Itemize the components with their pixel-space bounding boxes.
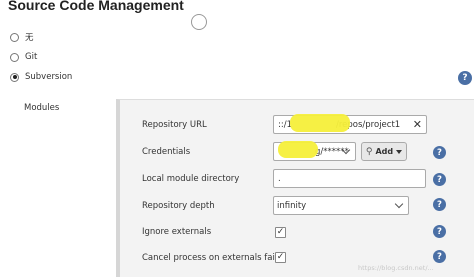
repository-depth-value: infinity <box>277 200 307 211</box>
radio-subversion[interactable] <box>10 72 19 82</box>
scm-option-none-label: 无 <box>25 33 34 43</box>
section-title: Source Code Management <box>8 0 184 13</box>
scm-option-git-label: Git <box>25 52 38 62</box>
local-module-directory-help-icon[interactable]: ? <box>433 173 446 186</box>
ignore-externals-label: Ignore externals <box>142 227 212 237</box>
credentials-label: Credentials <box>142 147 191 157</box>
local-module-directory-value: . <box>278 173 281 184</box>
cancel-process-on-externals-fail-checkbox[interactable]: ✓ <box>275 252 286 263</box>
radio-none[interactable] <box>10 32 19 42</box>
chevron-down-icon <box>394 199 404 209</box>
scm-option-none[interactable]: 无 <box>10 31 34 43</box>
radio-git[interactable] <box>10 52 19 62</box>
subversion-help-icon[interactable]: ? <box>458 71 472 85</box>
modules-label: Modules <box>24 103 60 113</box>
scm-option-subversion-label: Subversion <box>25 72 73 82</box>
redaction-highlight <box>290 114 350 132</box>
ignore-externals-checkbox[interactable]: ✓ <box>275 227 286 238</box>
credentials-help-icon[interactable]: ? <box>433 146 446 159</box>
ignore-externals-help-icon[interactable]: ? <box>433 225 446 238</box>
repository-depth-select[interactable]: infinity <box>273 196 409 215</box>
loading-spinner-icon <box>191 14 207 30</box>
add-credentials-label: Add <box>375 147 394 156</box>
caret-down-icon <box>396 149 403 154</box>
repository-depth-label: Repository depth <box>142 201 215 211</box>
cancel-process-on-externals-fail-help-icon[interactable]: ? <box>433 250 446 263</box>
scm-option-git[interactable]: Git <box>10 52 37 62</box>
modules-column <box>0 94 116 277</box>
local-module-directory-input[interactable]: . <box>273 169 426 188</box>
repository-depth-help-icon[interactable]: ? <box>433 198 446 211</box>
local-module-directory-label: Local module directory <box>142 174 240 184</box>
repository-url-label: Repository URL <box>142 120 207 130</box>
clear-icon[interactable]: ✕ <box>413 118 422 131</box>
add-credentials-button[interactable]: ⚲ Add <box>361 142 407 161</box>
redaction-highlight <box>278 141 318 158</box>
key-icon: ⚲ <box>365 146 373 157</box>
scm-option-subversion[interactable]: Subversion <box>10 72 72 82</box>
watermark-text: https://blog.csdn.net/... <box>358 264 434 272</box>
cancel-process-on-externals-fail-label: Cancel process on externals fail <box>142 253 278 263</box>
